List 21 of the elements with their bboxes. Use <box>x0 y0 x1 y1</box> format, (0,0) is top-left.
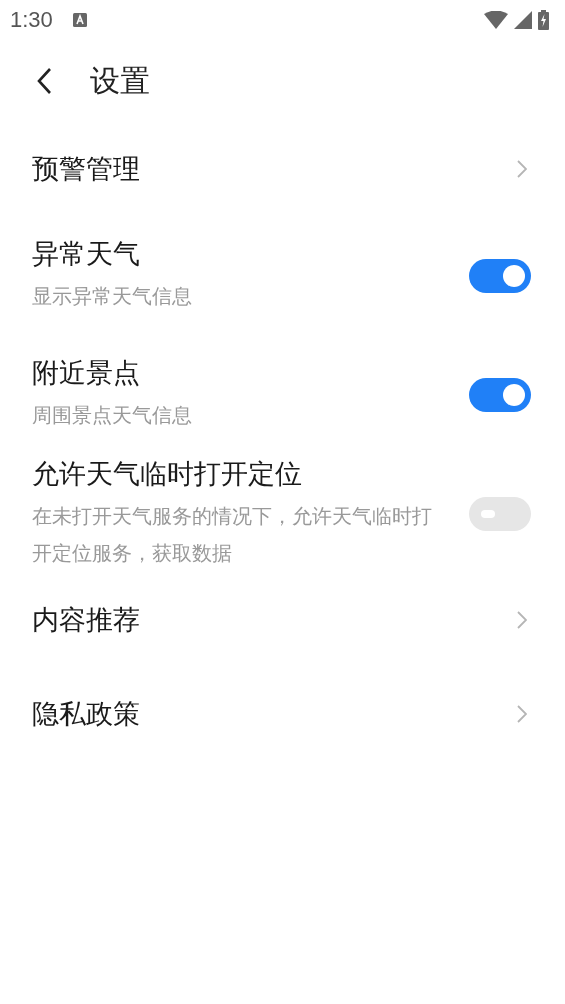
toggle-switch[interactable] <box>469 377 531 412</box>
battery-icon <box>538 10 549 30</box>
setting-title: 附近景点 <box>32 356 141 390</box>
setting-description: 周围景点天气信息 <box>32 402 193 429</box>
chevron-right-icon[interactable] <box>517 611 527 629</box>
setting-title: 允许天气临时打开定位 <box>32 456 303 491</box>
status-time: 1:30 <box>10 7 53 33</box>
chevron-right-icon[interactable] <box>517 160 527 178</box>
toggle-switch[interactable] <box>469 496 531 531</box>
setting-description: 在未打开天气服务的情况下，允许天气临时打开定位服务，获取数据 <box>32 502 432 567</box>
toggle-switch[interactable] <box>469 258 531 293</box>
signal-icon <box>514 11 532 29</box>
setting-description: 显示异常天气信息 <box>32 283 193 310</box>
setting-title: 隐私政策 <box>32 697 141 731</box>
page-title: 设置 <box>90 61 150 100</box>
setting-title: 预警管理 <box>32 152 141 186</box>
setting-title: 内容推荐 <box>32 603 141 637</box>
wifi-icon <box>484 11 508 29</box>
keyboard-notification-icon <box>72 13 87 27</box>
setting-title: 异常天气 <box>32 237 141 271</box>
chevron-right-icon[interactable] <box>517 705 527 723</box>
